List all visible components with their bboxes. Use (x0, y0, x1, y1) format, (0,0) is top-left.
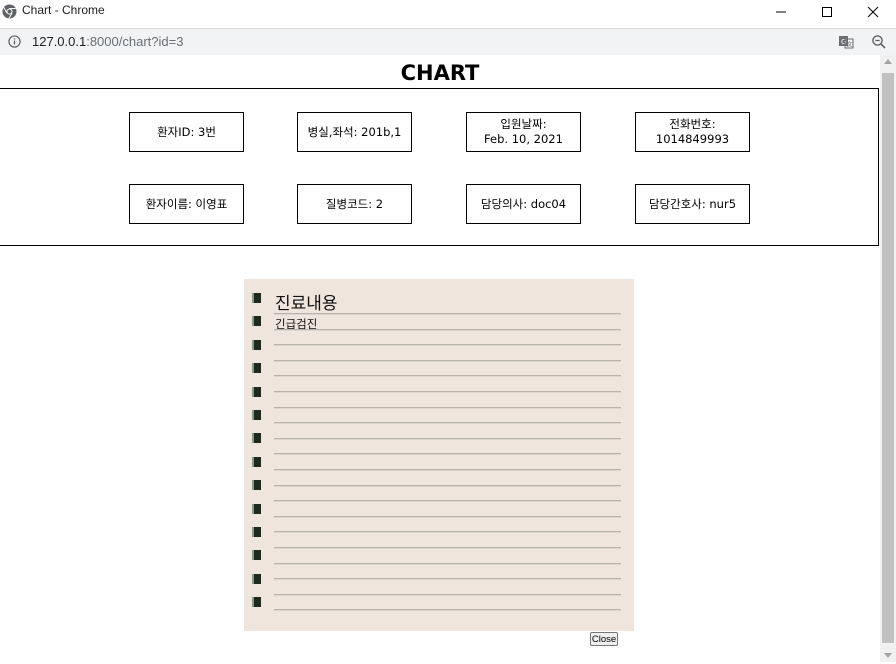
page-title: CHART (400, 61, 480, 85)
phone-label: 전화번호: (669, 117, 716, 131)
notebook-rule-line (274, 391, 621, 392)
notebook: 진료내용 긴급검진 (244, 279, 634, 631)
vertical-scrollbar[interactable] (880, 55, 896, 662)
notebook-ring-hole (252, 316, 261, 327)
translate-icon[interactable]: G 文 (838, 34, 854, 50)
nurse-box: 담당간호사: nur5 (635, 184, 750, 224)
notebook-ring-hole (252, 456, 261, 467)
maximize-button[interactable] (804, 0, 850, 24)
patient-info-panel: 환자ID: 3번 병실,좌석: 201b,1 입원날짜: Feb. 10, 20… (0, 88, 879, 246)
scroll-down-arrow-icon[interactable] (884, 653, 892, 658)
notebook-ring-hole (252, 339, 261, 350)
notebook-ring-hole (252, 503, 261, 514)
notebook-ring-hole (252, 293, 261, 303)
notebook-note[interactable]: 긴급검진 (275, 316, 317, 332)
scroll-thumb[interactable] (882, 73, 894, 643)
notebook-rule-line (274, 437, 621, 439)
svg-text:文: 文 (847, 41, 853, 49)
notebook-heading: 진료내용 (275, 294, 338, 314)
notebook-ring-hole (252, 386, 261, 397)
notebook-rule-line (274, 515, 621, 517)
notebook-rule-line (274, 562, 621, 564)
patient-name-box: 환자이름: 이영표 (129, 184, 244, 224)
phone-value: 1014849993 (655, 132, 730, 146)
patient-id-box: 환자ID: 3번 (129, 112, 244, 152)
notebook-rule-line (274, 578, 621, 580)
page-viewport: CHART 환자ID: 3번 병실,좌석: 201b,1 입원날짜: Feb. … (0, 55, 880, 662)
notebook-rule-line (274, 609, 621, 611)
room-seat-box: 병실,좌석: 201b,1 (297, 112, 412, 152)
notebook-ring-hole (252, 550, 261, 561)
info-icon[interactable] (8, 35, 21, 48)
patient-name-label: 환자이름: 이영표 (145, 196, 228, 211)
admission-date-label: 입원날짜: (500, 117, 547, 131)
url-path: :8000/chart?id=3 (86, 34, 184, 49)
notebook-rule-line (274, 344, 621, 346)
notebook-rule-line (274, 313, 621, 314)
title-bar: Chart - Chrome (0, 0, 896, 24)
close-icon (867, 6, 879, 18)
doctor-box: 담당의사: doc04 (466, 184, 581, 224)
notebook-rule-line (274, 453, 621, 455)
notebook-ring-hole (252, 363, 261, 374)
scroll-up-arrow-icon[interactable] (884, 59, 892, 64)
notebook-rule-line (274, 531, 621, 533)
maximize-icon (822, 7, 832, 17)
notebook-rule-line (274, 547, 621, 548)
nurse-label: 담당간호사: nur5 (648, 196, 737, 211)
close-button[interactable]: Close (590, 632, 618, 646)
chrome-logo-icon (2, 4, 17, 19)
notebook-ring-hole (252, 480, 261, 491)
notebook-ring-hole (252, 410, 261, 420)
notebook-rule-line (274, 359, 621, 361)
admission-date-box: 입원날짜: Feb. 10, 2021 (466, 112, 581, 152)
notebook-ring-hole (252, 527, 261, 537)
notebook-rule-line (274, 328, 621, 330)
disease-code-box: 질병코드: 2 (297, 184, 412, 224)
browser-window: Chart - Chrome 127.0.0.1:8000/chart?id=3… (0, 0, 896, 664)
url-host: 127.0.0.1 (32, 34, 87, 49)
minimize-button[interactable] (758, 0, 804, 24)
address-bar[interactable]: 127.0.0.1:8000/chart?id=3 G 文 (0, 28, 896, 56)
room-seat-label: 병실,좌석: 201b,1 (307, 124, 402, 139)
notebook-ring-hole (252, 597, 261, 608)
doctor-label: 담당의사: doc04 (480, 196, 567, 211)
notebook-rule-line (274, 422, 621, 424)
notebook-rule-line (274, 469, 621, 470)
window-title: Chart - Chrome (22, 3, 105, 17)
notebook-rule-line (274, 375, 621, 377)
notebook-rule-line (274, 406, 621, 408)
close-window-button[interactable] (850, 0, 896, 24)
notebook-rule-line (274, 484, 621, 486)
disease-code-label: 질병코드: 2 (325, 196, 384, 211)
url-text[interactable]: 127.0.0.1:8000/chart?id=3 (32, 34, 183, 49)
notebook-rule-line (274, 500, 621, 502)
admission-date-value: Feb. 10, 2021 (484, 132, 563, 146)
notebook-ring-hole (252, 433, 261, 444)
notebook-ring-hole (252, 573, 261, 584)
notebook-rule-line (274, 593, 621, 595)
minimize-icon (776, 11, 786, 13)
phone-box: 전화번호: 1014849993 (635, 112, 750, 152)
zoom-icon[interactable] (871, 34, 887, 50)
patient-id-label: 환자ID: 3번 (157, 124, 216, 139)
